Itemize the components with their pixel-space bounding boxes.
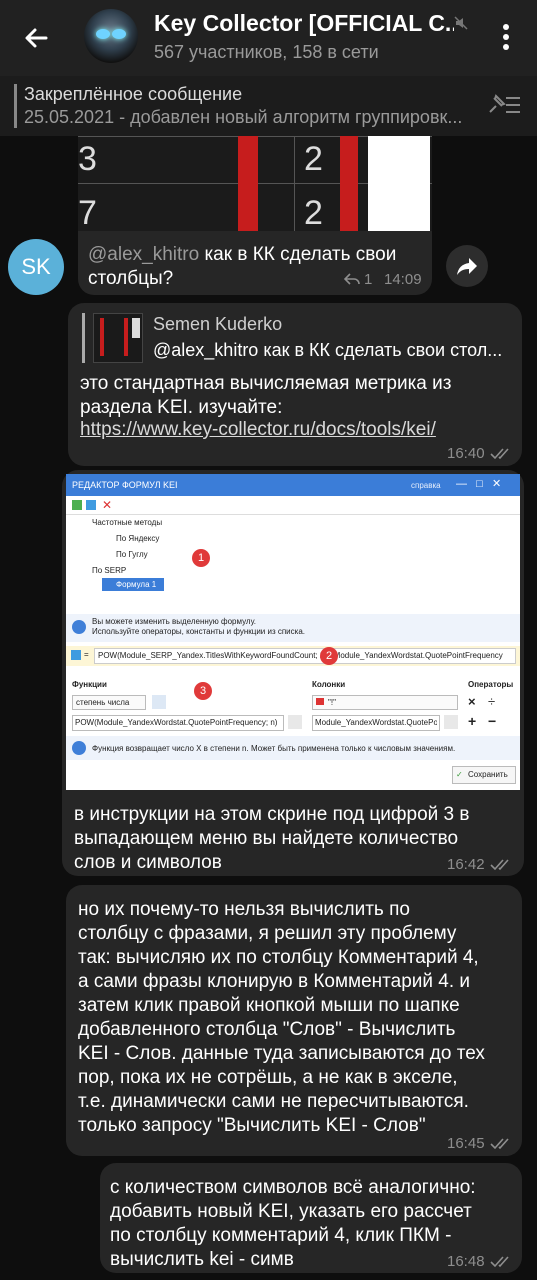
read-checks-icon [490,1255,516,1273]
tree-item: По Гуглу [116,550,148,559]
white-cell [368,136,430,231]
reply-author: Semen Kuderko [153,314,283,334]
formula-editor-screenshot[interactable]: РЕДАКТОР ФОРМУЛ KEI справка — □ ✕ ✕ Част… [66,474,520,790]
operators-label: Операторы [468,680,514,689]
copy-icon[interactable] [444,715,458,729]
pinned-list-icon[interactable] [486,90,522,120]
message-line: а сами фразы клонирую в Комментарий 4. и [78,971,471,992]
digit: 3 [78,140,97,178]
digit: 2 [304,194,323,231]
message-line: KEI - Слов. данные туда записываются до … [78,1043,485,1064]
tree-item-selected: Формула 1 [116,580,157,589]
message-link[interactable]: https://www.key-collector.ru/docs/tools/… [80,418,436,442]
tree-item: По Яндексу [116,534,160,543]
message-line: с количеством символов всё аналогично: [110,1177,476,1198]
message-line: по столбцу комментарий 4, клик ПКМ - [110,1225,452,1246]
check-icon: ✓ [456,770,463,779]
tree-item: По SERP [92,566,127,575]
reply-count: 1 [364,271,373,288]
message-line: столбцы? [88,268,174,289]
avatar-eye-right [112,29,126,39]
read-checks-icon [490,858,516,876]
mention[interactable]: @alex_khitro [88,244,199,265]
message-line: это стандартная вычисляемая метрика из [80,373,452,394]
window-controls: — □ ✕ [456,478,502,490]
user-avatar[interactable]: SK [8,239,64,295]
message-time: 16:40 [447,445,485,462]
marker: 2 [320,647,338,665]
op-minus[interactable]: − [488,713,496,729]
message-text: @alex_khitro как в КК сделать свои [88,243,423,267]
read-checks-icon [490,447,516,465]
columns-value-text: Module_YandexWordstat.QuotePoi [315,718,437,727]
digit: 2 [304,140,323,178]
op-multiply[interactable]: × [468,694,476,709]
tree-item: Частотные методы [92,518,163,527]
editor-help: справка [411,481,441,490]
op-plus[interactable]: + [468,713,476,729]
reply-thumbnail [93,313,143,363]
reply-quote-bar [82,313,85,363]
reply-count-icon[interactable] [343,272,360,289]
add-child-icon [86,500,96,510]
marker: 1 [192,549,210,567]
functions-select-text: степень числа [76,698,130,707]
functions-value-text: POW(Module_YandexWordstat.QuotePointFreq… [75,718,278,727]
message-time: 16:45 [447,1135,485,1152]
back-arrow-icon[interactable] [20,22,52,54]
message-line: затем клик правой кнопкой мыши по шапке [78,995,460,1016]
read-checks-icon [490,1137,516,1155]
message-line: добавить новый KEI, указать его рассчет [110,1201,472,1222]
message-line: так: вычисляю их по столбцу Комментарий … [78,947,479,968]
bar [238,136,258,231]
message-line: т.е. динамически сами не пересчитываются… [78,1091,469,1112]
copy-icon[interactable] [288,715,302,729]
group-avatar[interactable] [84,9,138,63]
digit: 7 [78,194,97,231]
pinned-text: 25.05.2021 - добавлен новый алгоритм гру… [24,107,463,127]
columns-select-text: "!" [328,698,336,707]
bar [340,136,358,231]
function-info-text: Функция возвращает число X в степени n. … [92,744,456,753]
message-line: как в КК сделать свои [199,244,397,265]
message-line: но их почему-то нельзя вычислить по [78,899,410,920]
message-line: выпадающем меню вы найдете количество [74,828,459,849]
functions-label: Функции [72,680,107,689]
message-line: раздела KEI. изучайте: [80,397,283,418]
op-divide[interactable]: ÷ [488,694,495,709]
chat-title[interactable]: Key Collector [OFFICIAL C... [154,10,454,37]
muted-icon [454,16,468,30]
info-text: Используйте операторы, константы и функц… [92,627,305,636]
forward-icon[interactable] [446,245,488,287]
avatar-eye-left [96,29,110,39]
message-line: вычислить kei - симв [110,1249,294,1270]
reply-text: @alex_khitro как в КК сделать свои стол.… [153,340,503,360]
more-menu-icon[interactable] [494,20,518,54]
message-line: пор, пока их не сотрёшь, а не как в эксе… [78,1067,458,1088]
message-line: добавленного столбца "Слов" - Вычислить [78,1019,456,1040]
chat-subtitle: 567 участников, 158 в сети [154,42,379,62]
message-line: слов и символов [74,852,222,873]
editor-title: РЕДАКТОР ФОРМУЛ KEI [72,480,178,490]
pinned-indicator [14,84,17,128]
pinned-message-bar[interactable]: Закреплённое сообщение 25.05.2021 - доба… [0,76,537,136]
add-icon [72,500,82,510]
pinned-title: Закреплённое сообщение [24,84,243,104]
message-line: столбцу с фразами, я решил эту проблему [78,923,457,944]
save-button-label: Сохранить [468,770,508,779]
info-text: Вы можете изменить выделенную формулу. [92,617,256,626]
message-line: только запросу "Вычислить KEI - Слов" [78,1115,426,1136]
message-time: 14:09 [384,271,422,288]
info-icon [72,620,86,634]
info-icon [72,741,86,755]
message-time: 16:42 [447,856,485,873]
message-image-crop[interactable]: 3 2 7 2 [78,136,432,231]
columns-label: Колонки [312,680,346,689]
message-time: 16:48 [447,1253,485,1270]
message-line: в инструкции на этом скрине под цифрой 3… [74,804,470,825]
delete-icon: ✕ [102,498,113,512]
formula-text: POW(Module_SERP_Yandex.TitlesWithKeyword… [98,651,503,660]
insert-icon[interactable] [152,695,166,709]
marker: 3 [194,682,212,700]
